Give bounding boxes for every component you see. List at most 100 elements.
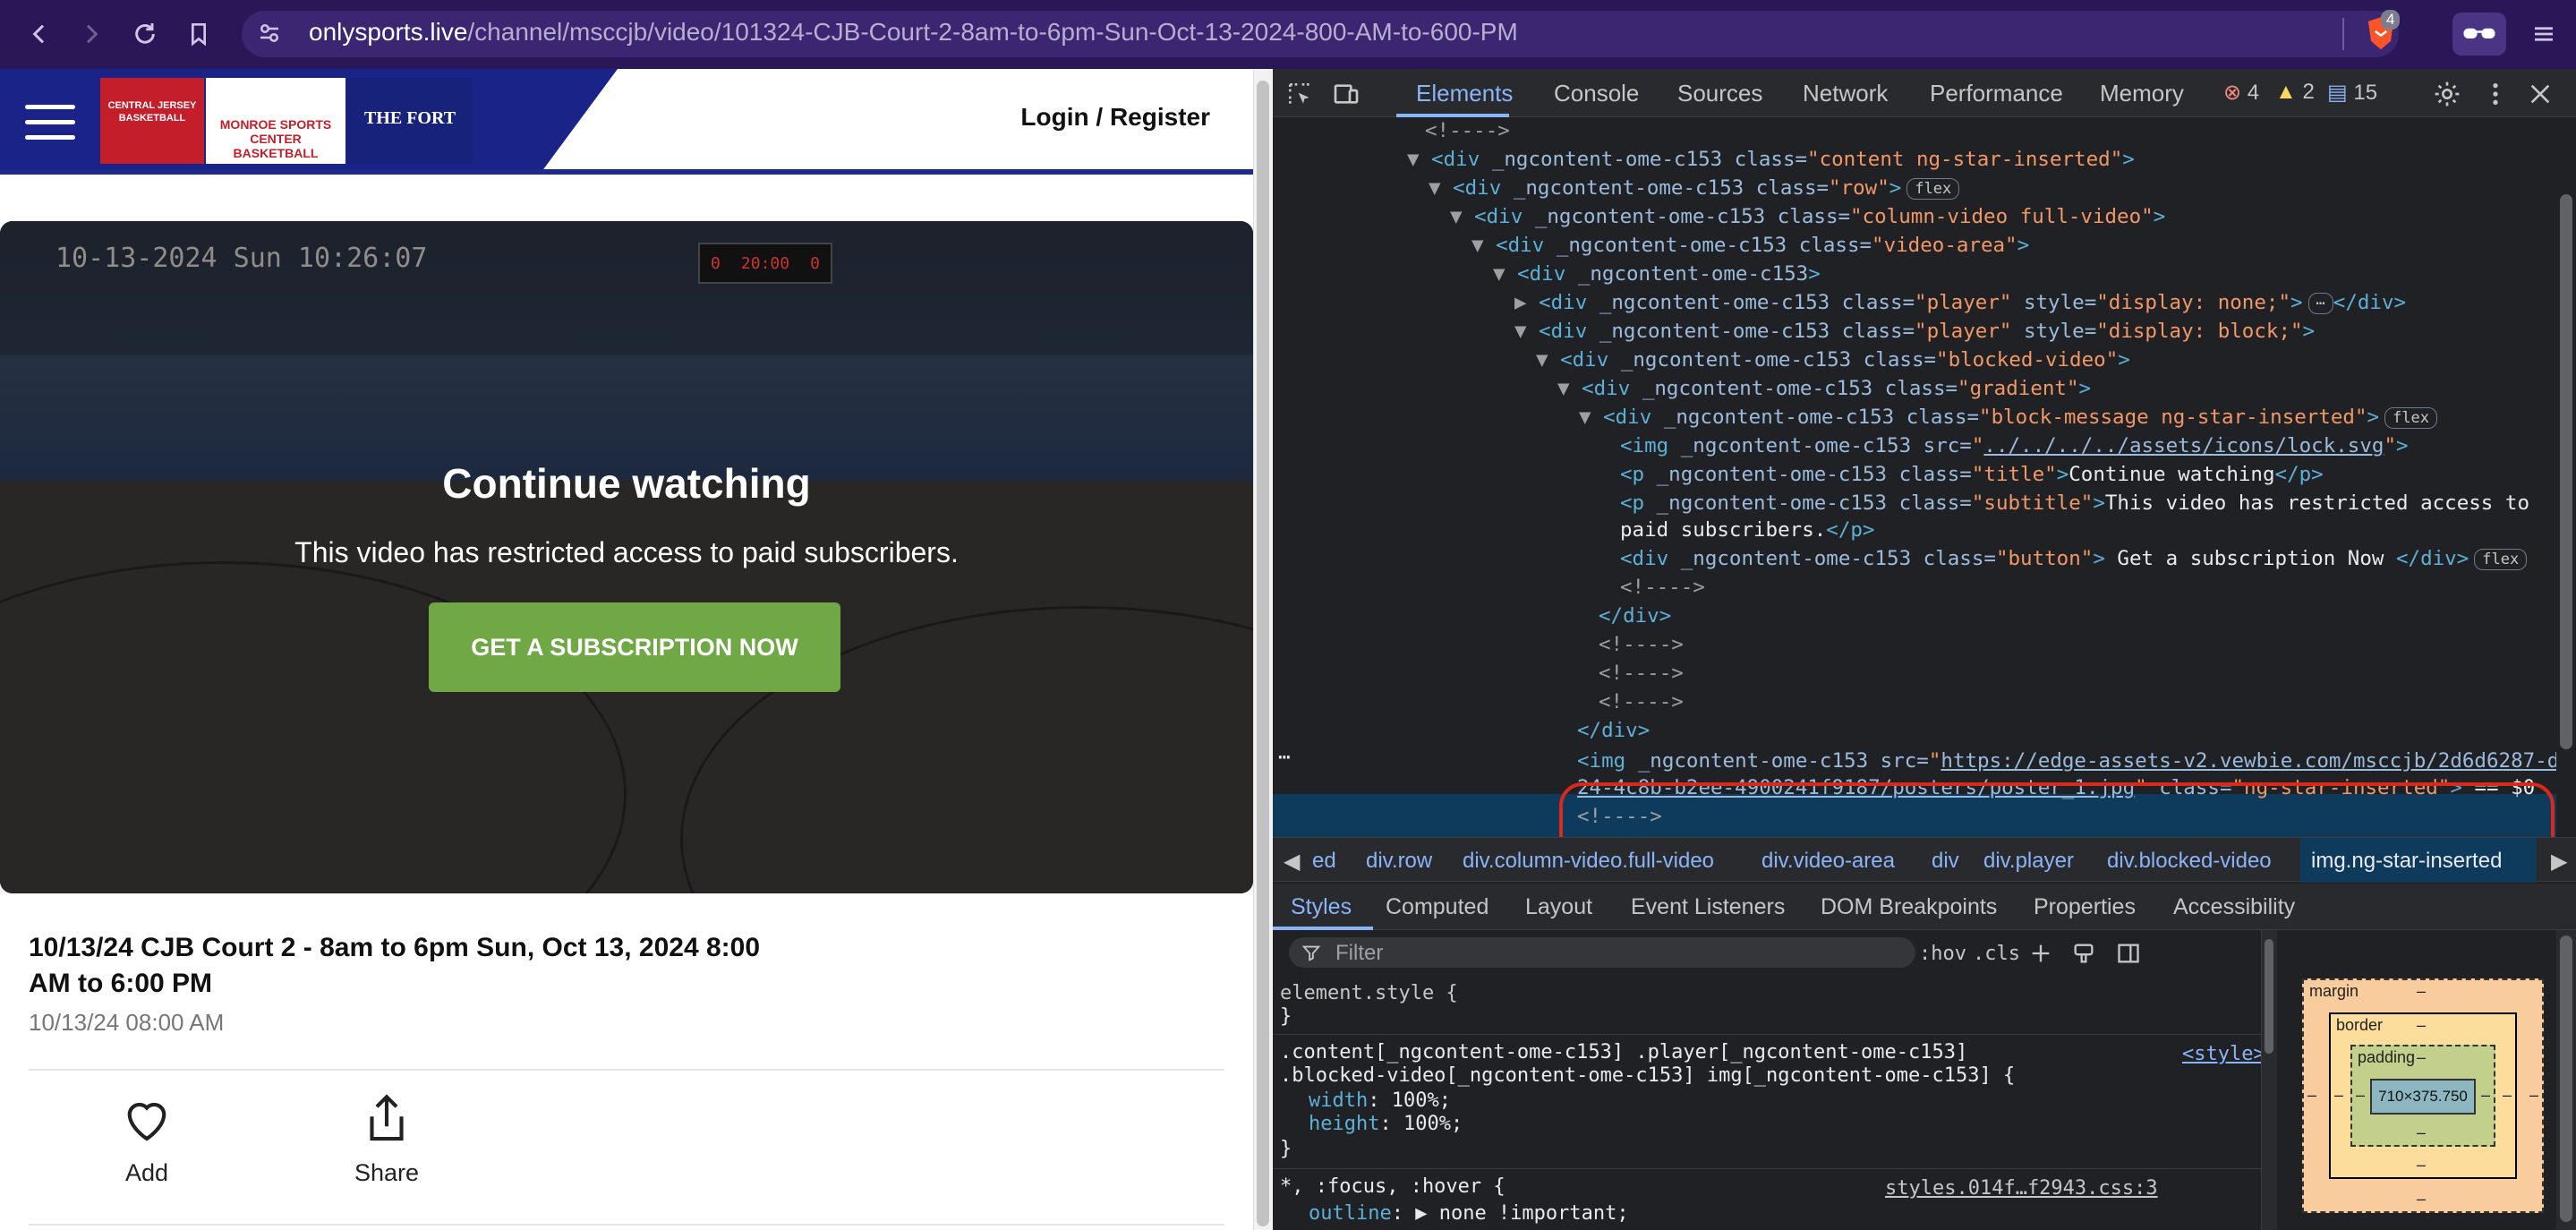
rule-source-link[interactable]: styles.014f…f2943.css:3 (1885, 1177, 2158, 1200)
page-scrollbar-thumb[interactable] (1257, 81, 1269, 1226)
dom-line[interactable]: ▼ <div _ngcontent-ome-c153 class="video-… (1471, 234, 2029, 257)
reload-button[interactable] (124, 13, 166, 56)
dom-line[interactable]: ▼ <div _ngcontent-ome-c153 class="gradie… (1557, 377, 2091, 400)
dom-line[interactable]: </div> (1577, 719, 1650, 742)
breadcrumb-item[interactable]: div.video-area (1761, 849, 1895, 874)
dom-line[interactable]: ▼ <div _ngcontent-ome-c153 class="column… (1450, 205, 2165, 228)
dom-line[interactable]: ▼ <div _ngcontent-ome-c153 class="player… (1514, 320, 2315, 343)
element-style-rule[interactable]: element.style { (1280, 982, 1458, 1004)
share-icon (370, 1094, 404, 1141)
tab-properties[interactable]: Properties (2034, 894, 2136, 920)
dom-line[interactable]: <p _ngcontent-ome-c153 class="title">Con… (1620, 463, 2324, 486)
tab-event-listeners[interactable]: Event Listeners (1631, 894, 1785, 920)
tab-sources[interactable]: Sources (1677, 80, 1762, 107)
dom-tree[interactable]: <!----> ▼ <div _ngcontent-ome-c153 class… (1273, 119, 2576, 889)
box-model-scrollbar-thumb[interactable] (2560, 935, 2572, 1222)
tab-dom-breakpoints[interactable]: DOM Breakpoints (1821, 894, 1997, 920)
warning-count[interactable]: ▲ 2 (2275, 80, 2315, 105)
close-icon[interactable] (2526, 80, 2555, 108)
back-button[interactable] (18, 13, 61, 56)
tab-computed[interactable]: Computed (1386, 894, 1488, 920)
dom-line-selected[interactable]: <img _ngcontent-ome-c153 src="https://ed… (1577, 749, 2572, 773)
rule-selector[interactable]: .content[_ngcontent-ome-c153] .player[_n… (1280, 1041, 1967, 1063)
tab-network[interactable]: Network (1803, 80, 1888, 107)
box-model-content[interactable]: 710×375.750 (2370, 1079, 2476, 1115)
tab-layout[interactable]: Layout (1525, 894, 1592, 920)
dom-line[interactable]: <!----> (1425, 119, 1510, 142)
video-player[interactable]: 10-13-2024 Sun 10:26:07 0 20:00 0 Contin… (0, 221, 1253, 893)
dom-line[interactable]: ▼ <div _ngcontent-ome-c153 class="row"> f… (1429, 176, 1960, 200)
device-toolbar-icon[interactable] (1332, 80, 1361, 108)
more-options-icon[interactable] (2481, 80, 2510, 108)
styles-rules-pane[interactable]: element.style { } .content[_ngcontent-om… (1273, 977, 2265, 1230)
new-rule-icon[interactable] (2028, 941, 2053, 966)
filter-icon (1301, 945, 1321, 961)
wallet-button[interactable] (2452, 13, 2506, 56)
breadcrumb-item[interactable]: div (1932, 849, 1959, 874)
site-settings-icon[interactable] (256, 20, 283, 47)
breadcrumb-item[interactable]: div.row (1366, 849, 1432, 874)
rules-scrollbar-thumb[interactable] (2265, 939, 2273, 1054)
dom-line[interactable]: ▼ <div _ngcontent-ome-c153 class="blocke… (1536, 348, 2130, 372)
info-icon: ▤ (2327, 81, 2348, 105)
dom-line[interactable]: <!----> (1599, 633, 1684, 656)
tab-accessibility[interactable]: Accessibility (2173, 894, 2295, 920)
tab-console[interactable]: Console (1554, 80, 1639, 107)
site-menu-icon[interactable] (25, 105, 75, 141)
share-button[interactable]: Share (324, 1089, 449, 1187)
dom-line[interactable]: ▶ <div _ngcontent-ome-c153 class="player… (1514, 291, 2406, 314)
tab-memory[interactable]: Memory (2100, 80, 2184, 107)
tab-styles[interactable]: Styles (1291, 894, 1352, 920)
dom-line[interactable]: <!----> (1599, 690, 1684, 713)
dom-line[interactable]: paid subscribers.</p> (1620, 518, 1874, 542)
dom-scrollbar-thumb[interactable] (2560, 194, 2572, 749)
logo-central-jersey[interactable]: CENTRAL JERSEY BASKETBALL (100, 78, 204, 164)
site-page: CENTRAL JERSEY BASKETBALL MONROE SPORTS … (0, 69, 1253, 1230)
toggle-sidebar-icon[interactable] (2116, 941, 2141, 966)
error-count[interactable]: ⊗ 4 (2223, 80, 2259, 106)
breadcrumb-item[interactable]: ed (1312, 849, 1336, 874)
breadcrumb-item[interactable]: div.column-video.full-video (1463, 849, 1714, 874)
forward-button[interactable] (70, 13, 113, 56)
dom-line[interactable]: <!----> (1620, 576, 1705, 599)
tab-elements[interactable]: Elements (1416, 80, 1513, 107)
subscribe-button[interactable]: GET A SUBSCRIPTION NOW (429, 602, 840, 692)
dom-line[interactable]: <p _ngcontent-ome-c153 class="subtitle">… (1620, 491, 2529, 515)
cls-toggle[interactable]: .cls (1973, 943, 2020, 965)
bookmark-button[interactable] (177, 13, 220, 56)
login-register-link[interactable]: Login / Register (1020, 103, 1210, 132)
site-header: CENTRAL JERSEY BASKETBALL MONROE SPORTS … (0, 69, 1253, 175)
inspect-element-icon[interactable] (1285, 80, 1314, 108)
dom-line[interactable]: <img _ngcontent-ome-c153 src="../../../.… (1620, 434, 2409, 457)
settings-gear-icon[interactable] (2433, 80, 2461, 108)
hov-toggle[interactable]: :hov (1919, 943, 1966, 965)
dom-line[interactable]: ▼ <div _ngcontent-ome-c153 class="block-… (1579, 406, 2438, 429)
breadcrumb-item-selected[interactable]: img.ng-star-inserted (2311, 849, 2502, 874)
add-button[interactable]: Add (84, 1089, 209, 1187)
breadcrumb-item[interactable]: div.player (1983, 849, 2074, 874)
rule-source-link[interactable]: <style> (2182, 1043, 2265, 1065)
dom-line[interactable]: <div _ngcontent-ome-c153 class="button">… (1620, 547, 2528, 570)
browser-menu-button[interactable] (2526, 13, 2562, 56)
breadcrumb-scroll-left-icon[interactable]: ◀ (1284, 849, 1300, 875)
color-format-icon[interactable] (2071, 941, 2096, 966)
logo-the-fort[interactable]: THE FORT (347, 78, 473, 164)
score-home: 0 (711, 253, 721, 273)
logo-monroe-sports[interactable]: MONROE SPORTS CENTER BASKETBALL (206, 78, 345, 164)
css-declaration[interactable]: height: 100%; (1309, 1113, 1463, 1135)
dom-line[interactable]: </div> (1599, 604, 1671, 628)
rule-selector[interactable]: .blocked-video[_ngcontent-ome-c153] img[… (1280, 1064, 2015, 1087)
breadcrumb-item[interactable]: div.blocked-video (2107, 849, 2272, 874)
info-count[interactable]: ▤ 15 (2327, 80, 2377, 106)
tab-performance[interactable]: Performance (1930, 80, 2063, 107)
ellipsis-icon[interactable]: ⋯ (1278, 746, 1291, 769)
box-padding-right: – (2481, 1086, 2491, 1104)
warning-count-value: 2 (2302, 80, 2315, 104)
breadcrumb-scroll-right-icon[interactable]: ▶ (2551, 849, 2567, 875)
dom-line[interactable]: ▼ <div _ngcontent-ome-c153 class="conten… (1407, 148, 2135, 171)
rule-selector[interactable]: *, :focus, :hover { (1280, 1175, 1506, 1198)
dom-line[interactable]: <!----> (1599, 662, 1684, 685)
dom-line[interactable]: ▼ <div _ngcontent-ome-c153> (1493, 262, 1821, 286)
css-declaration[interactable]: width: 100%; (1309, 1089, 1451, 1112)
css-declaration[interactable]: outline: ▶ none !important; (1309, 1202, 1629, 1225)
